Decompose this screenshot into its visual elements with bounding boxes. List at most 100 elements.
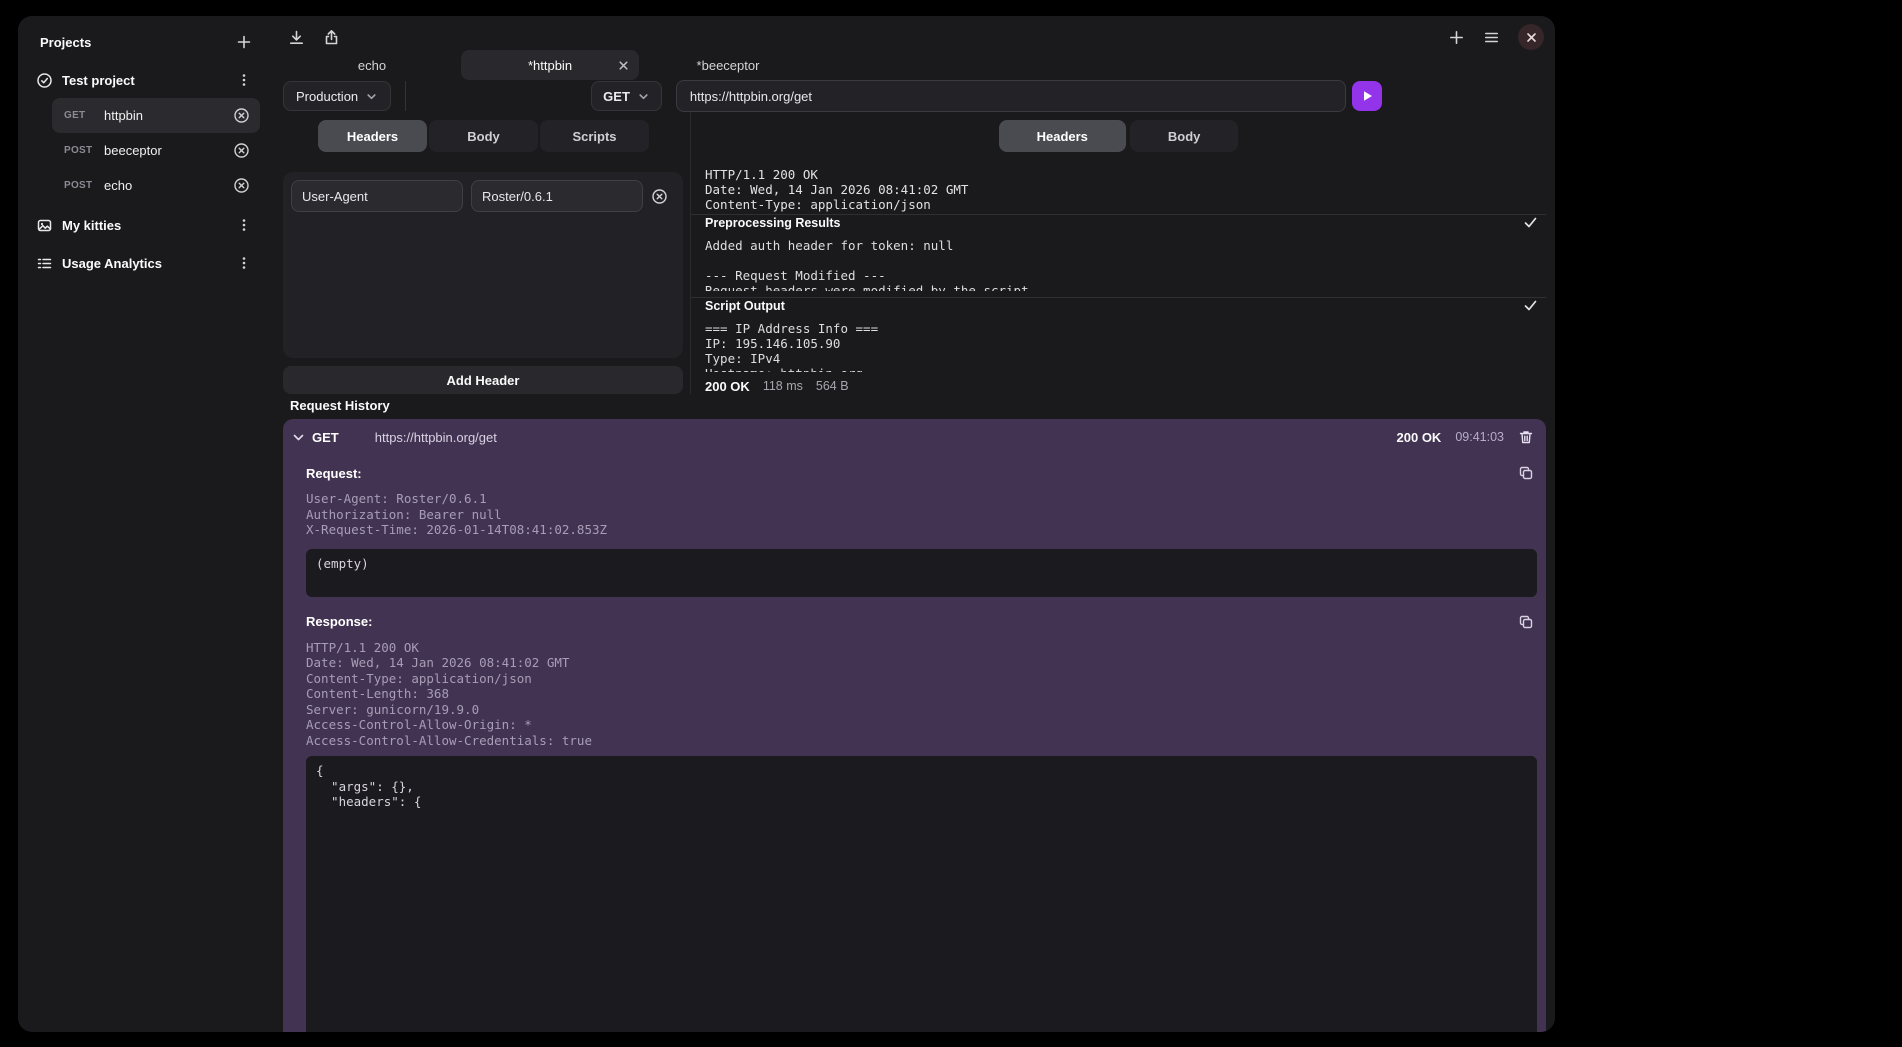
sidebar-request-echo[interactable]: POST echo — [52, 168, 260, 203]
preprocessing-title: Preprocessing Results — [705, 216, 840, 230]
menu-button[interactable] — [1483, 29, 1500, 46]
kebab-icon — [236, 72, 252, 88]
chevron-down-icon — [365, 90, 378, 103]
tab-label: echo — [358, 58, 386, 73]
x-circle-icon — [651, 188, 668, 205]
request-tab-body[interactable]: Body — [429, 120, 538, 152]
copy-response-button[interactable] — [1518, 614, 1534, 630]
project-name: My kitties — [62, 218, 225, 233]
sidebar-project-usage-analytics[interactable]: Usage Analytics — [30, 247, 260, 279]
remove-request-button[interactable] — [233, 142, 250, 159]
remove-header-button[interactable] — [651, 188, 668, 205]
copy-request-button[interactable] — [1518, 465, 1534, 481]
history-response-headers: HTTP/1.1 200 OK Date: Wed, 14 Jan 2026 0… — [306, 640, 1537, 749]
response-headers-text: HTTP/1.1 200 OK Date: Wed, 14 Jan 2026 0… — [705, 167, 1546, 214]
tab-strip: echo *httpbin *beeceptor — [283, 50, 1546, 80]
kebab-icon — [236, 255, 252, 271]
delete-history-button[interactable] — [1518, 429, 1534, 445]
history-request-headers: User-Agent: Roster/0.6.1 Authorization: … — [306, 491, 1537, 538]
tab-httpbin[interactable]: *httpbin — [461, 50, 639, 80]
request-tab-headers[interactable]: Headers — [318, 120, 427, 152]
preprocessing-section-header[interactable]: Preprocessing Results — [691, 214, 1546, 230]
project-menu-button[interactable] — [234, 70, 254, 90]
x-circle-icon — [233, 142, 250, 159]
status-time: 118 ms — [763, 379, 803, 393]
import-button[interactable] — [288, 29, 305, 46]
app-window: Projects Test project GET httpbin POST — [18, 16, 1555, 1032]
history-response-body: { "args": {}, "headers": { — [306, 756, 1537, 1032]
history-entry-header[interactable]: GET https://httpbin.org/get 200 OK 09:41… — [283, 419, 1546, 451]
add-project-button[interactable] — [236, 34, 252, 50]
x-circle-icon — [233, 177, 250, 194]
headers-list-panel — [283, 172, 683, 358]
method-select[interactable]: GET — [591, 81, 662, 111]
check-icon — [1523, 215, 1538, 230]
history-url: https://httpbin.org/get — [375, 430, 1391, 445]
tab-echo[interactable]: echo — [283, 50, 461, 80]
response-label: Response: — [306, 614, 372, 629]
history-title: Request History — [283, 398, 1546, 413]
check-icon — [1523, 298, 1538, 313]
response-viewer-tabs: Headers Body — [705, 120, 1532, 152]
request-name: httpbin — [104, 108, 225, 123]
request-name: echo — [104, 178, 225, 193]
preprocessing-output: Added auth header for token: null --- Re… — [705, 238, 1546, 291]
divider — [405, 81, 406, 111]
check-circle-icon — [36, 72, 53, 89]
new-tab-button[interactable] — [1448, 29, 1465, 46]
environment-label: Production — [296, 89, 358, 104]
script-output-section-header[interactable]: Script Output — [691, 297, 1546, 313]
method-label: GET — [603, 89, 630, 104]
request-method: GET — [64, 110, 96, 121]
request-editor: Headers Body Scripts Add Header — [283, 112, 690, 394]
request-method: POST — [64, 145, 96, 156]
copy-icon — [1518, 465, 1534, 481]
play-icon — [1360, 89, 1374, 103]
history-entry: GET https://httpbin.org/get 200 OK 09:41… — [283, 419, 1546, 1032]
sidebar-header: Projects — [30, 28, 260, 64]
projects-title: Projects — [40, 35, 91, 50]
response-status-bar: 200 OK 118 ms 564 B — [705, 378, 1546, 394]
chevron-down-icon — [637, 90, 650, 103]
project-name: Usage Analytics — [62, 256, 225, 271]
response-tab-headers[interactable]: Headers — [999, 120, 1126, 152]
tab-beeceptor[interactable]: *beeceptor — [639, 50, 817, 80]
history-request-body: (empty) — [306, 549, 1537, 597]
request-name: beeceptor — [104, 143, 225, 158]
history-method: GET — [312, 430, 339, 445]
project-menu-button[interactable] — [234, 253, 254, 273]
response-tab-body[interactable]: Body — [1130, 120, 1239, 152]
image-icon — [36, 217, 53, 234]
environment-select[interactable]: Production — [283, 81, 391, 111]
project-menu-button[interactable] — [234, 215, 254, 235]
history-status: 200 OK — [1397, 430, 1442, 445]
request-tab-scripts[interactable]: Scripts — [540, 120, 649, 152]
tab-label: *beeceptor — [697, 58, 760, 73]
request-list: GET httpbin POST beeceptor POST echo — [52, 98, 260, 203]
add-header-button[interactable]: Add Header — [283, 366, 683, 394]
chevron-down-icon — [291, 430, 306, 445]
editor-panels: Headers Body Scripts Add Header — [283, 112, 1546, 394]
sidebar-request-beeceptor[interactable]: POST beeceptor — [52, 133, 260, 168]
header-value-input[interactable] — [471, 180, 643, 212]
send-button[interactable] — [1352, 81, 1382, 111]
remove-request-button[interactable] — [233, 177, 250, 194]
sidebar: Projects Test project GET httpbin POST — [18, 16, 270, 1032]
script-output-title: Script Output — [705, 299, 785, 313]
remove-request-button[interactable] — [233, 107, 250, 124]
export-button[interactable] — [323, 29, 340, 46]
menu-icon — [1483, 29, 1500, 46]
sidebar-project-my-kitties[interactable]: My kitties — [30, 209, 260, 241]
close-window-button[interactable] — [1518, 24, 1544, 50]
share-icon — [323, 29, 340, 46]
header-key-input[interactable] — [291, 180, 463, 212]
sidebar-project-test[interactable]: Test project — [30, 64, 260, 96]
download-icon — [288, 29, 305, 46]
list-icon — [36, 255, 53, 272]
request-editor-tabs: Headers Body Scripts — [318, 120, 690, 152]
sidebar-request-httpbin[interactable]: GET httpbin — [52, 98, 260, 133]
url-input[interactable] — [676, 80, 1346, 112]
tab-label: *httpbin — [528, 58, 572, 73]
status-code: 200 OK — [705, 379, 750, 394]
close-tab-button[interactable] — [617, 50, 630, 80]
